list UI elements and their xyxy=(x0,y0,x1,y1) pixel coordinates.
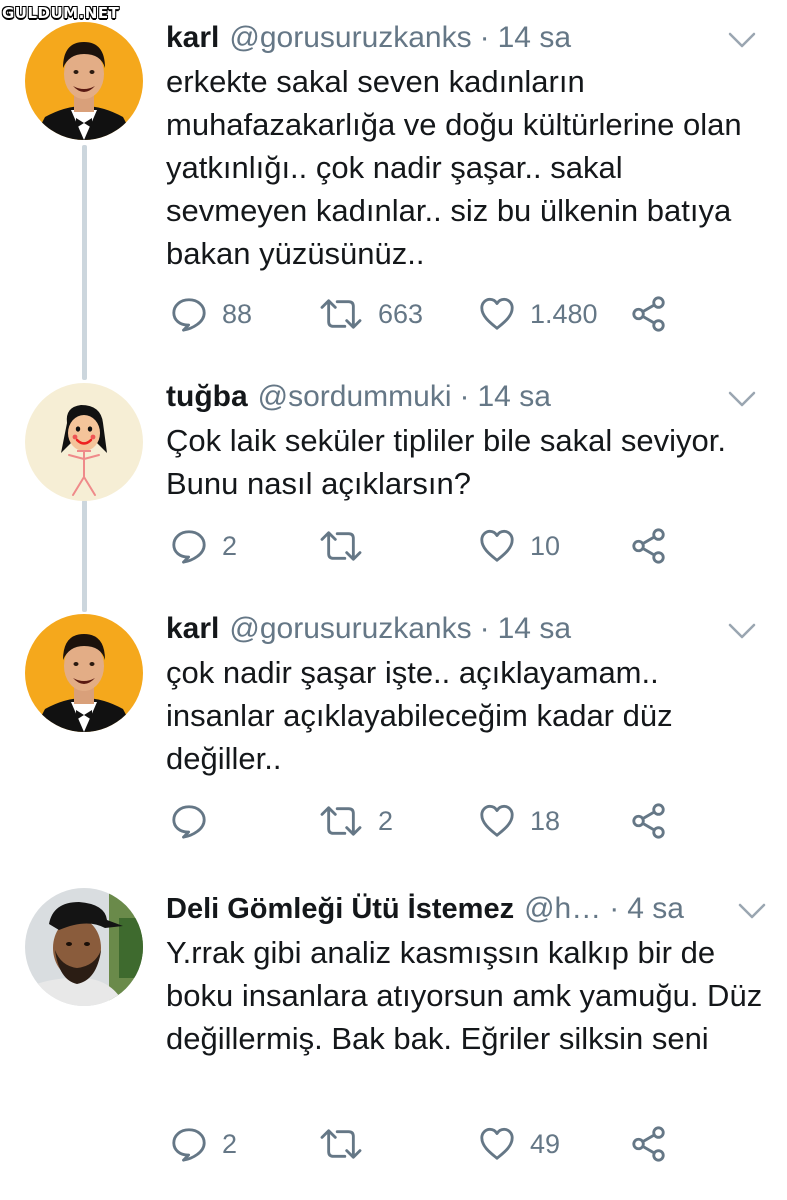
timestamp[interactable]: 14 sa xyxy=(498,21,571,55)
chevron-down-icon[interactable] xyxy=(727,615,757,649)
tweet-text: çok nadir şaşar işte.. açıklayamam.. ins… xyxy=(166,655,673,776)
reply-button[interactable]: 88 xyxy=(170,294,252,334)
display-name[interactable]: karl xyxy=(166,21,219,55)
tweet-body: tuğba @sordummuki · 14 sa Çok laik sekül… xyxy=(166,377,767,505)
display-name[interactable]: tuğba xyxy=(166,380,248,414)
chevron-down-icon[interactable] xyxy=(727,383,757,417)
avatar-image xyxy=(25,22,143,140)
retweet-icon xyxy=(318,527,364,565)
chevron-down-icon[interactable] xyxy=(727,24,757,58)
chevron-down-icon[interactable] xyxy=(737,895,767,929)
share-button[interactable] xyxy=(630,526,668,566)
share-button[interactable] xyxy=(630,1124,668,1164)
avatar-image xyxy=(25,383,143,501)
like-button[interactable]: 1.480 xyxy=(478,294,598,334)
share-icon xyxy=(630,295,668,333)
like-count: 18 xyxy=(530,805,561,836)
like-button[interactable]: 49 xyxy=(478,1124,560,1164)
user-handle[interactable]: @gorusuruzkanks xyxy=(229,612,471,646)
retweet-button[interactable] xyxy=(318,1124,378,1164)
tweet-header: karl @gorusuruzkanks · 14 sa xyxy=(166,18,767,58)
like-count: 10 xyxy=(530,530,561,561)
tweet-header: Deli Gömleği Ütü İstemez @h… · 4 sa xyxy=(166,889,767,929)
tweet-header: tuğba @sordummuki · 14 sa xyxy=(166,377,767,417)
avatar[interactable] xyxy=(25,614,143,732)
like-icon xyxy=(478,295,516,333)
reply-icon xyxy=(170,802,208,840)
thread-line xyxy=(82,145,87,380)
like-icon xyxy=(478,527,516,565)
reply-icon xyxy=(170,295,208,333)
tweet-text: erkekte sakal seven kadınların muhafazak… xyxy=(166,64,742,271)
share-button[interactable] xyxy=(630,801,668,841)
avatar[interactable] xyxy=(25,888,143,1006)
separator: · xyxy=(479,21,490,54)
share-button[interactable] xyxy=(630,294,668,334)
retweet-button[interactable]: 663 xyxy=(318,294,423,334)
share-icon xyxy=(630,802,668,840)
separator: · xyxy=(609,892,620,925)
tweet-text: Y.rrak gibi analiz kasmışsın kalkıp bir … xyxy=(166,935,763,1056)
reply-count: 88 xyxy=(222,298,253,329)
avatar-image xyxy=(25,614,143,732)
timestamp[interactable]: 14 sa xyxy=(477,380,550,414)
retweet-count: 2 xyxy=(378,805,394,836)
timestamp[interactable]: 4 sa xyxy=(627,892,684,926)
separator: · xyxy=(459,380,470,413)
tweet-header: karl @gorusuruzkanks · 14 sa xyxy=(166,609,767,649)
tweet-actions: 2 18 xyxy=(166,801,686,841)
reply-button[interactable]: 2 xyxy=(170,1124,237,1164)
tweet-actions: 2 49 xyxy=(166,1124,686,1164)
retweet-icon xyxy=(318,802,364,840)
user-handle[interactable]: @h… xyxy=(524,892,601,926)
reply-button[interactable] xyxy=(170,801,222,841)
like-count: 49 xyxy=(530,1128,561,1159)
avatar[interactable] xyxy=(25,22,143,140)
reply-button[interactable]: 2 xyxy=(170,526,237,566)
tweet-actions: 2 10 xyxy=(166,526,686,566)
user-handle[interactable]: @sordummuki xyxy=(258,380,452,414)
avatar[interactable] xyxy=(25,383,143,501)
display-name[interactable]: karl xyxy=(166,612,219,646)
display-name[interactable]: Deli Gömleği Ütü İstemez xyxy=(166,893,514,926)
reply-icon xyxy=(170,527,208,565)
thread-line xyxy=(82,500,87,612)
separator: · xyxy=(479,612,490,645)
timestamp[interactable]: 14 sa xyxy=(498,612,571,646)
retweet-button[interactable] xyxy=(318,526,378,566)
share-icon xyxy=(630,527,668,565)
tweet-body: Deli Gömleği Ütü İstemez @h… · 4 sa Y.rr… xyxy=(166,889,767,1060)
reply-icon xyxy=(170,1125,208,1163)
tweet-text: Çok laik seküler tipliler bile sakal sev… xyxy=(166,423,726,501)
watermark: GULDUM.NET xyxy=(2,4,120,22)
retweet-count: 663 xyxy=(378,298,424,329)
retweet-icon xyxy=(318,295,364,333)
tweet-actions: 88 663 1.480 xyxy=(166,294,686,334)
like-button[interactable]: 18 xyxy=(478,801,560,841)
like-icon xyxy=(478,802,516,840)
retweet-icon xyxy=(318,1125,364,1163)
like-button[interactable]: 10 xyxy=(478,526,560,566)
share-icon xyxy=(630,1125,668,1163)
like-icon xyxy=(478,1125,516,1163)
tweet-body: karl @gorusuruzkanks · 14 sa çok nadir ş… xyxy=(166,609,767,780)
reply-count: 2 xyxy=(222,1128,238,1159)
avatar-image xyxy=(25,888,143,1006)
like-count: 1.480 xyxy=(530,298,598,329)
reply-count: 2 xyxy=(222,530,238,561)
tweet-body: karl @gorusuruzkanks · 14 sa erkekte sak… xyxy=(166,18,767,275)
retweet-button[interactable]: 2 xyxy=(318,801,393,841)
user-handle[interactable]: @gorusuruzkanks xyxy=(229,21,471,55)
